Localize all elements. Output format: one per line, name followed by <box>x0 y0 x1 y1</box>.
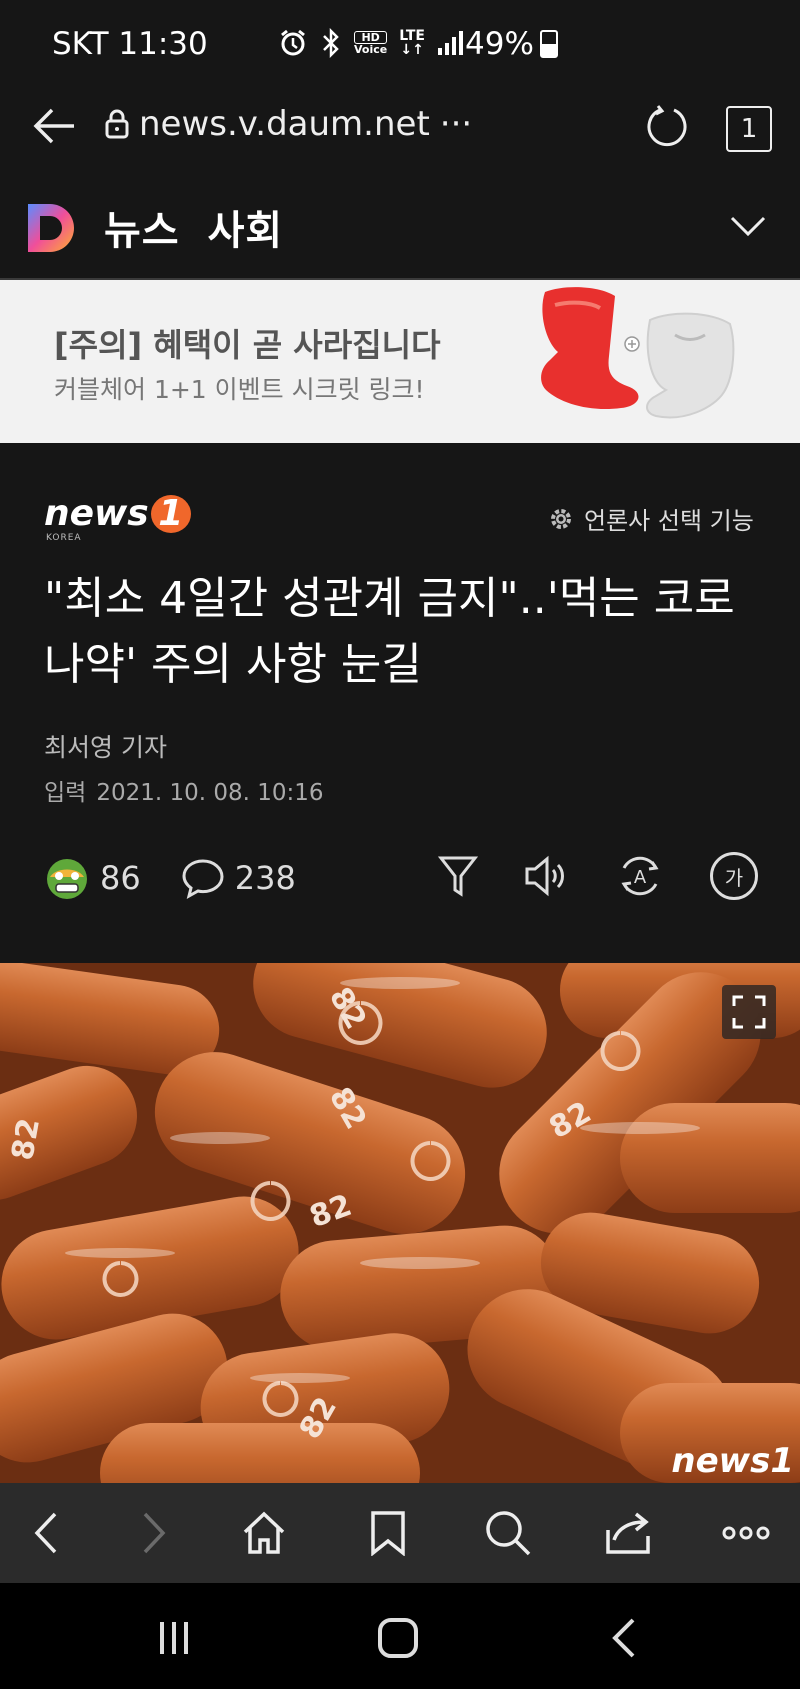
chair-product-image <box>525 280 755 434</box>
daum-logo[interactable] <box>26 202 78 254</box>
reload-icon[interactable] <box>644 104 690 154</box>
svg-text:A: A <box>634 867 647 888</box>
reporter-name[interactable]: 최서영 기자 <box>44 728 167 764</box>
capsules-image: 82 82 82 82 82 82 <box>0 963 800 1483</box>
article-photo[interactable]: 82 82 82 82 82 82 news1 <box>0 963 800 1483</box>
status-icons: HD Voice LTE ↓↑ <box>278 28 463 58</box>
daum-news-header: 뉴스 사회 <box>0 176 800 280</box>
section-title: 뉴스 사회 <box>104 198 311 256</box>
press-select-label: 언론사 선택 기능 <box>584 507 754 535</box>
browser-address-bar: news.v.daum.net ··· 1 <box>0 92 800 177</box>
angry-face-icon <box>47 859 87 899</box>
more-options-icon[interactable] <box>716 1507 776 1559</box>
publish-date: 입력 2021. 10. 08. 10:16 <box>44 773 324 807</box>
comment-button[interactable]: 238 <box>181 857 296 899</box>
press-sub: KOREA <box>46 533 82 543</box>
reaction-button[interactable]: 86 <box>44 855 141 901</box>
hd-voice-icon: HD Voice <box>354 31 388 56</box>
alarm-icon <box>281 29 305 56</box>
home-icon[interactable] <box>234 1507 294 1559</box>
press-select-button[interactable]: 언론사 선택 기능 <box>548 501 754 536</box>
tab-count-button[interactable]: 1 <box>726 106 772 152</box>
date-value: 2021. 10. 08. 10:16 <box>96 780 324 806</box>
forward-icon[interactable] <box>124 1507 184 1559</box>
font-size-label: 가 <box>710 852 758 900</box>
lte-icon: LTE ↓↑ <box>399 28 425 58</box>
bluetooth-icon <box>323 28 339 58</box>
signal-icon <box>437 31 463 55</box>
press-logo[interactable]: news 1 KOREA <box>44 493 191 543</box>
section-news[interactable]: 뉴스 <box>104 208 180 254</box>
back-arrow-icon[interactable] <box>30 102 78 154</box>
article-headline: "최소 4일간 성관계 금지"..'먹는 코로나약' 주의 사항 눈길 <box>44 573 735 690</box>
browser-toolbar <box>0 1483 800 1583</box>
system-navigation-bar <box>0 1583 800 1689</box>
press-number: 1 <box>150 495 191 533</box>
url-field[interactable]: news.v.daum.net ··· <box>105 104 472 144</box>
bookmark-icon[interactable] <box>358 1507 418 1559</box>
home-button-icon[interactable] <box>368 1613 428 1663</box>
fullscreen-icon[interactable] <box>722 985 776 1039</box>
recent-apps-icon[interactable] <box>144 1613 204 1663</box>
article-stats: 86 238 <box>44 848 296 908</box>
summary-filter-icon[interactable] <box>430 848 486 904</box>
article-header: news 1 KOREA 언론사 선택 기능 "최소 4일간 성관계 금지"..'… <box>0 443 800 963</box>
date-label: 입력 <box>44 780 87 806</box>
battery-icon <box>539 30 558 58</box>
section-category[interactable]: 사회 <box>208 208 284 254</box>
ad-banner[interactable]: [주의] 혜택이 곧 사라집니다 커블체어 1+1 이벤트 시크릿 링크! <box>0 280 800 443</box>
carrier-time: SKT 11:30 <box>52 26 208 62</box>
search-icon[interactable] <box>478 1507 538 1559</box>
translate-icon[interactable]: A <box>612 848 668 904</box>
lock-icon <box>105 109 129 139</box>
battery-indicator: 49% <box>465 26 558 62</box>
reaction-count: 86 <box>100 859 141 897</box>
url-more: ··· <box>439 104 473 144</box>
share-icon[interactable] <box>598 1507 658 1559</box>
font-size-button[interactable]: 가 <box>706 848 762 904</box>
back-icon[interactable] <box>16 1507 76 1559</box>
system-back-icon[interactable] <box>594 1613 654 1663</box>
battery-percent: 49% <box>465 26 534 62</box>
svg-text:82: 82 <box>5 1116 47 1163</box>
status-bar: SKT 11:30 HD Voice LTE ↓↑ 49% <box>0 0 800 92</box>
url-text: news.v.daum.net <box>139 104 430 144</box>
speaker-icon[interactable] <box>518 848 574 904</box>
photo-watermark: news1 <box>671 1441 794 1481</box>
comment-count: 238 <box>234 859 296 897</box>
chevron-down-icon[interactable] <box>726 204 770 252</box>
press-name: news <box>44 493 149 534</box>
gear-icon <box>551 508 571 529</box>
speech-bubble-icon <box>182 859 224 899</box>
ad-title: [주의] 혜택이 곧 사라집니다 <box>54 326 441 364</box>
ad-subtitle: 커블체어 1+1 이벤트 시크릿 링크! <box>54 375 425 404</box>
